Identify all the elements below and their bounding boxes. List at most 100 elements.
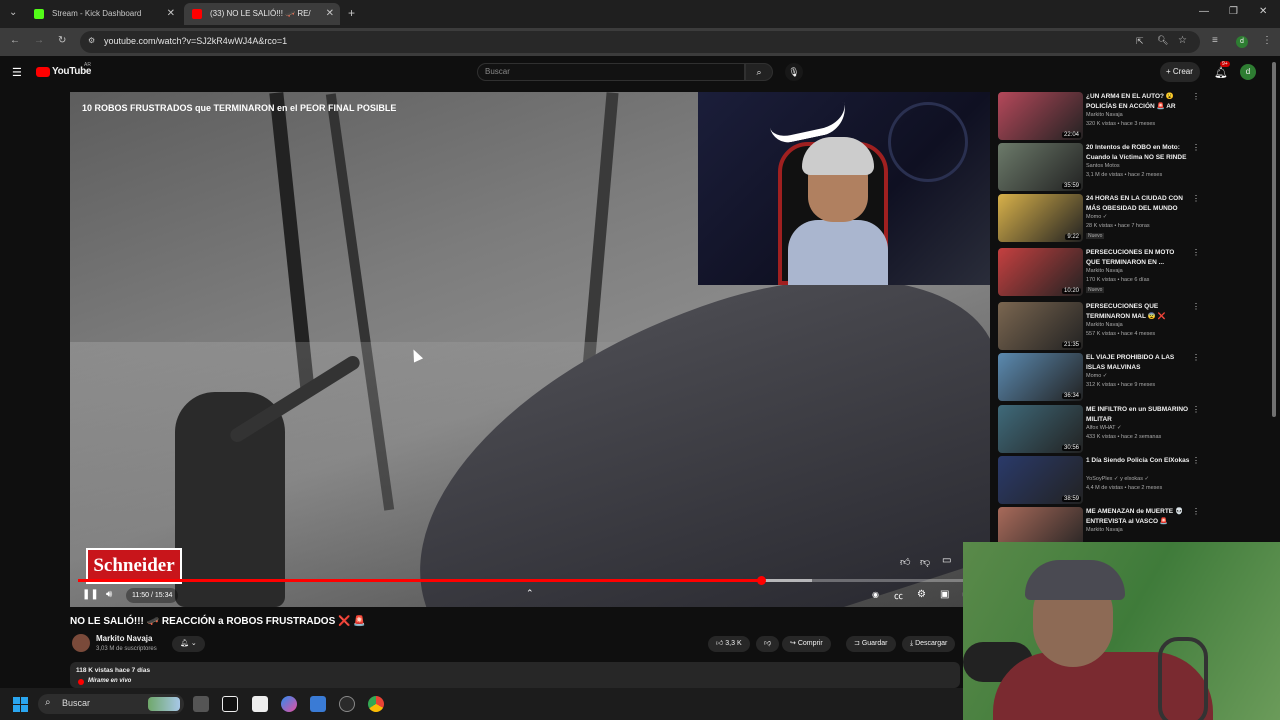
minimize-button[interactable]: —: [1199, 6, 1209, 17]
live-link[interactable]: Mírame en vivo: [88, 678, 131, 684]
more-options-icon[interactable]: ⋮: [1192, 143, 1200, 152]
settings-gear-icon[interactable]: ⚙: [917, 589, 926, 600]
copilot-icon[interactable]: [281, 696, 297, 712]
page-scrollbar[interactable]: [1272, 62, 1276, 417]
recommendation-title[interactable]: ME AMENAZAN de MUERTE 💀 ENTREVISTA al VA…: [1086, 507, 1190, 526]
more-options-icon[interactable]: ⋮: [1192, 248, 1200, 257]
recommendation-title[interactable]: 24 HORAS EN LA CIUDAD CON MÁS OBESIDAD D…: [1086, 194, 1190, 213]
autoplay-toggle-icon[interactable]: ◉: [872, 590, 879, 599]
more-options-icon[interactable]: ⋮: [1192, 405, 1200, 414]
recommendation-thumbnail[interactable]: 21:35: [998, 302, 1083, 350]
tab-search-icon[interactable]: ⌄: [9, 7, 17, 18]
recommendation-item[interactable]: 30:56 ME INFILTRO en un SUBMARINO MILITAR…: [998, 405, 1208, 455]
windows-start-icon[interactable]: [13, 697, 28, 712]
volume-icon[interactable]: 🔊︎: [106, 589, 112, 600]
recommendation-thumbnail[interactable]: 38:59: [998, 456, 1083, 504]
recommendation-thumbnail[interactable]: 10:20: [998, 248, 1083, 296]
search-input[interactable]: Buscar: [477, 63, 745, 81]
miniplayer-icon[interactable]: ▣: [940, 589, 949, 600]
recommendation-item[interactable]: 21:35 PERSECUCIONES QUE TERMINARON MAL 😨 …: [998, 302, 1208, 352]
channel-name[interactable]: Markito Navaja: [96, 634, 152, 643]
zoom-icon[interactable]: 🔍︎: [1157, 35, 1168, 46]
recommendation-item[interactable]: 9:22 24 HORAS EN LA CIUDAD CON MÁS OBESID…: [998, 194, 1208, 244]
subtitles-icon[interactable]: ㏄: [894, 589, 903, 602]
recommendation-title[interactable]: PERSECUCIONES EN MOTO QUE TERMINARON EN …: [1086, 248, 1190, 267]
task-view-icon[interactable]: [193, 696, 209, 712]
recommendation-channel: Markito Navaja: [1086, 527, 1123, 533]
new-tab-button[interactable]: +: [348, 6, 355, 20]
more-options-icon[interactable]: ⋮: [1192, 92, 1200, 101]
recommendation-item[interactable]: 38:59 1 Día Siendo Policía Con ElXokas YoS…: [998, 456, 1208, 506]
tab-close-icon[interactable]: ✕: [326, 3, 334, 25]
store-icon[interactable]: [310, 696, 326, 712]
obs-icon[interactable]: [339, 696, 355, 712]
back-arrow-icon[interactable]: ←: [10, 35, 20, 46]
recommendation-title[interactable]: 1 Día Siendo Policía Con ElXokas: [1086, 456, 1190, 466]
progress-bar[interactable]: [78, 576, 982, 585]
share-label: Comprir: [797, 640, 823, 647]
more-options-icon[interactable]: ⋮: [1192, 456, 1200, 465]
recommendation-title[interactable]: ¿UN ARM4 EN EL AUTO? 😮 POLICÍAS EN ACCIÓ…: [1086, 92, 1190, 111]
dislike-button[interactable]: 👎︎: [756, 636, 780, 652]
comment-overlay-icon[interactable]: ▭: [942, 555, 951, 566]
recommendation-item[interactable]: 35:59 20 Intentos de ROBO en Moto: Cuando…: [998, 143, 1208, 193]
reload-icon[interactable]: ↻: [58, 35, 66, 46]
recommendation-title[interactable]: PERSECUCIONES QUE TERMINARON MAL 😨 ❌: [1086, 302, 1190, 321]
pause-icon[interactable]: ❚❚: [82, 589, 99, 600]
more-options-icon[interactable]: ⋮: [1192, 194, 1200, 203]
taskbar-search[interactable]: ⌕ Buscar: [38, 694, 184, 714]
recommendation-title[interactable]: EL VIAJE PROHIBIDO A LAS ISLAS MALVINAS: [1086, 353, 1190, 372]
more-options-icon[interactable]: ⋮: [1192, 507, 1200, 516]
youtube-logo-icon[interactable]: [36, 67, 50, 77]
forward-arrow-icon[interactable]: →: [34, 35, 44, 46]
recommendation-thumbnail[interactable]: 9:22: [998, 194, 1083, 242]
chevron-up-icon[interactable]: ⌃: [526, 588, 534, 599]
create-button[interactable]: + Crear: [1160, 62, 1200, 82]
recommendation-item[interactable]: 36:34 EL VIAJE PROHIBIDO A LAS ISLAS MALV…: [998, 353, 1208, 403]
chrome-icon[interactable]: [368, 696, 384, 712]
tab-kick-dashboard[interactable]: Stream - Kick Dashboard ✕: [26, 3, 181, 25]
search-button[interactable]: ⌕: [745, 63, 773, 81]
recommendation-title[interactable]: 20 Intentos de ROBO en Moto: Cuando la V…: [1086, 143, 1190, 162]
tab-youtube-video[interactable]: (33) NO LE SALIÓ!!! 🛹 RE/ ✕: [184, 3, 340, 25]
channel-avatar[interactable]: [72, 634, 90, 652]
recommendation-item[interactable]: 22:04 ¿UN ARM4 EN EL AUTO? 😮 POLICÍAS EN …: [998, 92, 1208, 142]
file-icon[interactable]: [252, 696, 268, 712]
like-button[interactable]: 👍︎ 3,3 K: [708, 636, 750, 652]
maximize-button[interactable]: ❐: [1229, 6, 1238, 17]
recommendation-thumbnail[interactable]: 30:56: [998, 405, 1083, 453]
subscription-bell-button[interactable]: 🔔︎ ⌄: [172, 636, 205, 652]
recommendation-thumbnail[interactable]: 36:34: [998, 353, 1083, 401]
recommendation-item[interactable]: ME AMENAZAN de MUERTE 💀 ENTREVISTA al VA…: [998, 507, 1208, 555]
close-window-button[interactable]: ✕: [1259, 6, 1267, 17]
new-badge: Nuevo: [1086, 233, 1105, 239]
hamburger-menu-icon[interactable]: ☰: [12, 66, 22, 79]
tiktok-icon[interactable]: [222, 696, 238, 712]
install-icon[interactable]: ⇱: [1136, 36, 1144, 47]
address-bar[interactable]: ⚙ youtube.com/watch?v=SJ2kR4wWJ4A&rco=1 …: [80, 31, 1200, 53]
browser-menu-icon[interactable]: ⋮: [1262, 35, 1272, 46]
dislike-overlay-icon[interactable]: 👎︎: [920, 556, 930, 568]
account-avatar[interactable]: d: [1240, 64, 1256, 80]
more-options-icon[interactable]: ⋮: [1192, 353, 1200, 362]
recommendation-title[interactable]: ME INFILTRO en un SUBMARINO MILITAR: [1086, 405, 1190, 424]
voice-search-icon[interactable]: 🎙︎: [785, 63, 803, 81]
profile-avatar[interactable]: d: [1236, 36, 1248, 48]
recommendation-item[interactable]: 10:20 PERSECUCIONES EN MOTO QUE TERMINARO…: [998, 248, 1208, 298]
video-player[interactable]: 10 ROBOS FRUSTRADOS que TERMINARON en el…: [70, 92, 990, 607]
description-box[interactable]: 118 K vistas hace 7 días Mírame en vivo: [70, 662, 960, 688]
like-overlay-icon[interactable]: 👍︎: [900, 556, 910, 568]
media-control-icon[interactable]: ≡: [1212, 35, 1218, 46]
more-options-icon[interactable]: ⋮: [1192, 302, 1200, 311]
share-button[interactable]: ↪ Comprir: [782, 636, 831, 652]
recommendation-thumbnail[interactable]: 35:59: [998, 143, 1083, 191]
video-title: NO LE SALIÓ!!! 🛹 REACCIÓN a ROBOS FRUSTR…: [70, 616, 366, 627]
download-button[interactable]: ⤓ Descargar: [902, 636, 956, 652]
recommendation-thumbnail[interactable]: 22:04: [998, 92, 1083, 140]
site-info-icon[interactable]: ⚙: [88, 36, 95, 45]
bookmark-star-icon[interactable]: ☆: [1178, 35, 1187, 46]
notifications-bell-icon[interactable]: 🔔︎: [1214, 66, 1228, 79]
save-button[interactable]: ⊐ Guardar: [846, 636, 896, 652]
tab-close-icon[interactable]: ✕: [167, 3, 175, 25]
recommendation-channel: Markito Navaja: [1086, 112, 1123, 118]
